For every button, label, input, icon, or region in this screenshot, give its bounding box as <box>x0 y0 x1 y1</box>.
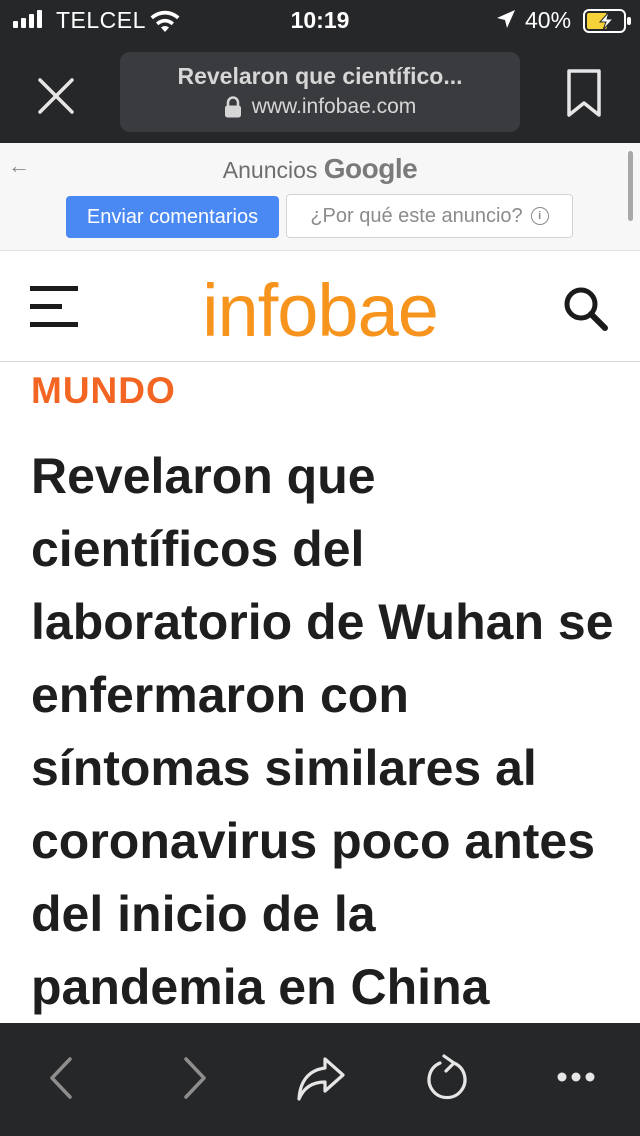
chevron-left-icon[interactable] <box>44 1053 78 1103</box>
page-title: Revelaron que científico... <box>177 63 463 89</box>
section-label[interactable]: MUNDO <box>31 370 176 412</box>
browser-toolbar: Revelaron que científico... www.infobae.… <box>0 42 640 143</box>
ad-label: Anuncios Google <box>0 153 640 185</box>
status-bar: TELCEL 10:19 40% <box>0 0 640 42</box>
url-domain-row: www.infobae.com <box>120 95 520 119</box>
chevron-right-icon[interactable] <box>178 1053 212 1103</box>
send-feedback-button[interactable]: Enviar comentarios <box>66 196 279 238</box>
domain-text: www.infobae.com <box>251 95 417 118</box>
share-icon[interactable] <box>295 1055 347 1103</box>
article-headline: Revelaron que científicos del laboratori… <box>31 448 614 1015</box>
why-this-ad-button[interactable]: ¿Por qué este anuncio? i <box>286 194 573 238</box>
battery-percentage: 40% <box>525 7 572 33</box>
lock-icon <box>224 96 241 118</box>
ad-label-text: Anuncios <box>222 157 318 183</box>
reload-icon[interactable] <box>424 1053 472 1105</box>
browser-bottom-bar <box>0 1023 640 1136</box>
location-arrow-icon <box>497 10 515 28</box>
scrollbar[interactable] <box>628 151 633 221</box>
address-bar[interactable]: Revelaron que científico... www.infobae.… <box>120 52 520 132</box>
bookmark-icon[interactable] <box>566 68 602 118</box>
google-logo: Google <box>323 153 418 184</box>
why-this-ad-label: ¿Por qué este anuncio? <box>310 204 523 227</box>
more-icon[interactable] <box>556 1071 596 1083</box>
search-icon[interactable] <box>562 285 610 333</box>
ad-banner: ← Anuncios Google Enviar comentarios ¿Po… <box>0 143 640 251</box>
battery-charging-icon <box>583 9 631 33</box>
site-header: infobae <box>0 251 640 362</box>
close-icon[interactable] <box>34 74 78 118</box>
info-icon: i <box>530 207 549 225</box>
site-logo[interactable]: infobae <box>0 268 640 353</box>
